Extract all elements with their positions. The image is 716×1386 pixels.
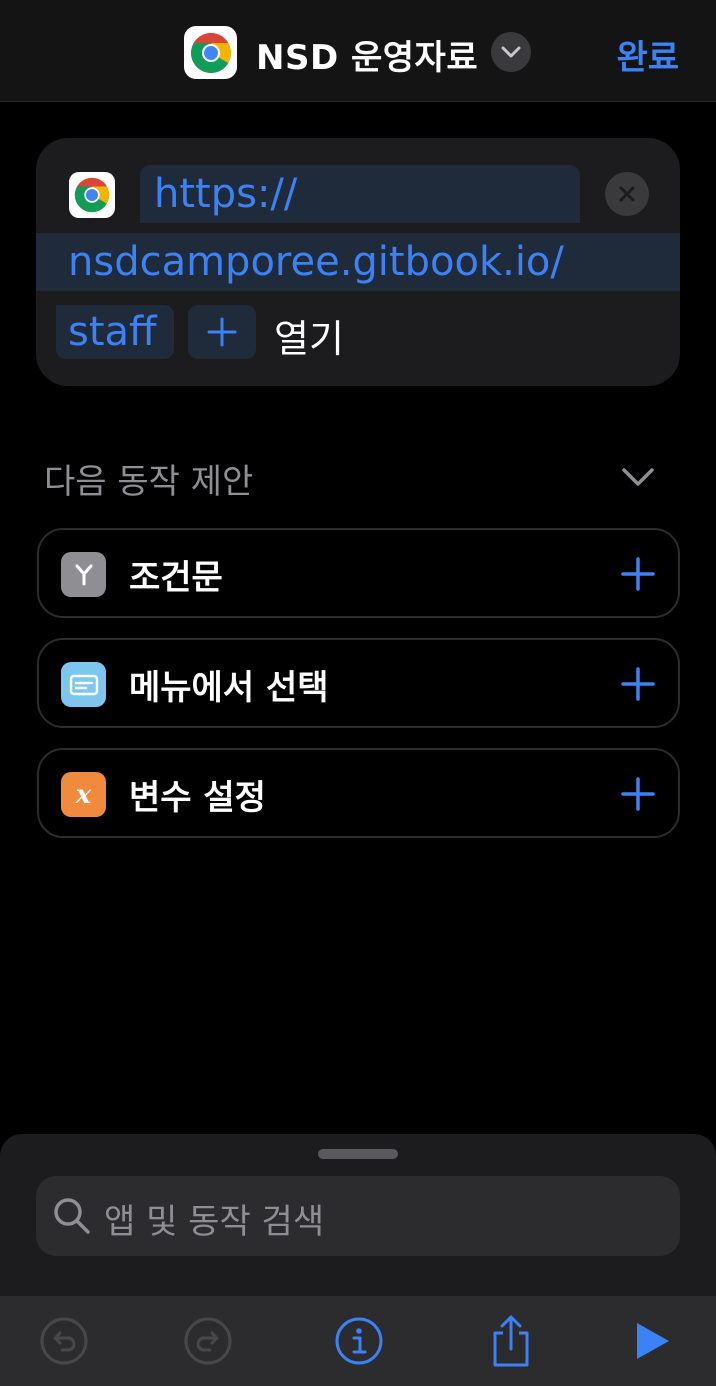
done-button[interactable]: 완료: [616, 30, 679, 79]
sheet-grabber[interactable]: [318, 1149, 398, 1159]
page-title[interactable]: NSD 운영자료: [256, 30, 478, 79]
suggestion-label: 조건문: [129, 558, 223, 598]
suggestion-label: 메뉴에서 선택: [129, 668, 329, 708]
chrome-icon[interactable]: [184, 26, 237, 79]
open-action-label: 열기: [274, 317, 344, 361]
suggestion-label: 변수 설정: [129, 778, 266, 818]
top-bar: NSD 운영자료 완료: [0, 0, 716, 102]
search-placeholder: 앱 및 동작 검색: [104, 1202, 325, 1242]
plus-icon[interactable]: [620, 666, 656, 702]
branch-icon: [61, 552, 106, 597]
undo-icon[interactable]: [37, 1314, 91, 1368]
menu-card-icon: [61, 662, 106, 707]
suggestion-choose-from-menu[interactable]: 메뉴에서 선택: [37, 638, 680, 728]
url-token-scheme[interactable]: https://: [140, 165, 580, 223]
bottom-toolbar: [0, 1296, 716, 1386]
url-token-path[interactable]: staff: [56, 305, 174, 359]
redo-icon[interactable]: [181, 1314, 235, 1368]
add-url-variable-button[interactable]: [188, 305, 256, 359]
plus-icon[interactable]: [620, 776, 656, 812]
plus-icon[interactable]: [620, 556, 656, 592]
suggestion-set-variable[interactable]: x 변수 설정: [37, 748, 680, 838]
suggestions-title: 다음 동작 제안: [44, 462, 254, 502]
play-icon[interactable]: [624, 1314, 678, 1368]
plus-icon: [207, 317, 237, 347]
search-sheet: 앱 및 동작 검색: [0, 1134, 716, 1296]
suggestion-if[interactable]: 조건문: [37, 528, 680, 618]
share-icon[interactable]: [484, 1314, 538, 1368]
open-url-action-card: https:// nsdcamporee.gitbook.io/ staff 열…: [36, 138, 680, 386]
info-icon[interactable]: [332, 1314, 386, 1368]
chevron-down-icon[interactable]: [620, 462, 656, 492]
search-icon: [52, 1196, 92, 1236]
chrome-icon: [69, 172, 115, 218]
search-input[interactable]: 앱 및 동작 검색: [36, 1176, 680, 1256]
url-token-host[interactable]: nsdcamporee.gitbook.io/: [36, 233, 680, 291]
close-icon[interactable]: [605, 172, 649, 216]
variable-x-icon: x: [61, 772, 106, 817]
chevron-down-icon[interactable]: [491, 32, 531, 72]
